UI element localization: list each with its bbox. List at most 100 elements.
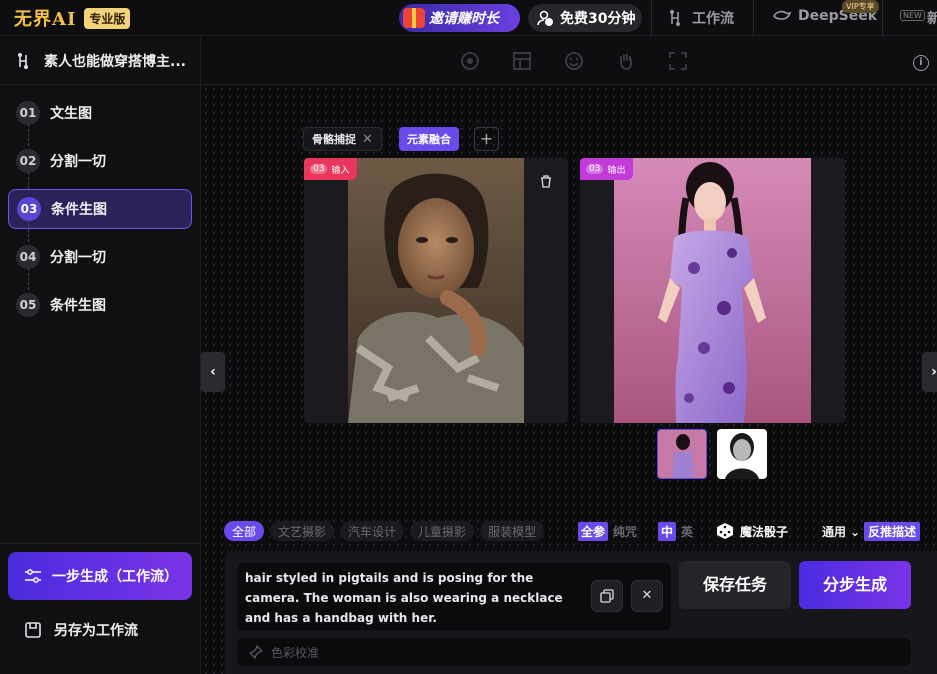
language-toggle[interactable]: 中 英	[658, 522, 693, 541]
divider	[0, 543, 200, 544]
gift-icon	[403, 8, 425, 28]
color-calibration-placeholder: 色彩校准	[271, 645, 320, 660]
free-label: 免费30分钟	[560, 11, 636, 27]
save-task-button[interactable]: 保存任务	[679, 561, 791, 609]
canvas-area: i 骨骼捕捉 ✕ 元素融合 + 03 输入 03 输出 ‹ › 全部 文艺摄影 …	[201, 37, 937, 674]
project-title: 素人也能做穿搭博主...	[44, 53, 186, 70]
reverse-describe-button[interactable]: 反推描述	[864, 522, 921, 541]
user-clock-icon	[537, 10, 553, 26]
param-pure[interactable]: 纯咒	[613, 523, 637, 540]
collapse-left-button[interactable]: ‹	[201, 352, 225, 392]
card-tag-label: 输入	[331, 165, 350, 176]
oneclick-generate-button[interactable]: 一步生成（工作流）	[8, 552, 192, 600]
step-generate-button[interactable]: 分步生成	[799, 561, 911, 609]
step-label: 条件生图	[51, 202, 107, 218]
color-calibration-input[interactable]: 色彩校准	[237, 638, 911, 666]
face-icon[interactable]	[564, 51, 584, 71]
oneclick-label: 一步生成（工作流）	[52, 569, 178, 585]
chip-art-photo[interactable]: 文艺摄影	[270, 521, 335, 541]
general-label: 通用	[822, 525, 847, 539]
step-label: 分割一切	[50, 250, 106, 266]
param-toggle[interactable]: 全参 纯咒	[578, 522, 637, 541]
step-number: 05	[16, 293, 40, 317]
divider	[753, 0, 754, 36]
expand-right-button[interactable]: ›	[922, 352, 937, 392]
canvas-toolbar: i	[202, 37, 937, 85]
step-number: 01	[16, 101, 40, 125]
sidebar: 素人也能做穿搭博主... 01 文生图 02 分割一切 03 条件生图 04 分…	[0, 37, 201, 674]
tab-skeleton-capture[interactable]: 骨骼捕捉 ✕	[303, 127, 382, 151]
step-item-01[interactable]: 01 文生图	[8, 93, 192, 133]
layout-icon[interactable]	[512, 51, 532, 71]
free-time-button[interactable]: 免费30分钟	[528, 4, 642, 32]
step-item-05[interactable]: 05 条件生图	[8, 285, 192, 325]
tab-element-fusion[interactable]: 元素融合	[399, 127, 459, 151]
info-icon[interactable]: i	[913, 55, 929, 71]
saveas-label: 另存为工作流	[54, 623, 138, 639]
thumbnail-image	[658, 430, 706, 478]
chevron-down-icon: ⌄	[850, 524, 861, 539]
output-card-tag: 03 输出	[580, 158, 634, 180]
project-header[interactable]: 素人也能做穿搭博主...	[0, 37, 200, 85]
lang-zh[interactable]: 中	[658, 522, 677, 541]
pin-icon	[249, 645, 263, 659]
palette-icon[interactable]	[460, 51, 480, 71]
step-item-02[interactable]: 02 分割一切	[8, 141, 192, 181]
general-dropdown[interactable]: 通用 ⌄ 反推描述	[822, 522, 921, 541]
copy-button[interactable]	[591, 580, 623, 612]
logo[interactable]: 无界AI 专业版	[14, 4, 131, 32]
trash-icon[interactable]	[540, 175, 552, 188]
chip-all[interactable]: 全部	[224, 521, 265, 541]
sliders-icon	[25, 569, 41, 583]
step-number: 04	[16, 245, 40, 269]
vip-badge: VIP专享	[842, 0, 879, 13]
chip-kids-photo[interactable]: 儿童摄影	[410, 521, 475, 541]
new-badge: NEW	[900, 10, 925, 21]
output-thumbnail-1[interactable]	[657, 429, 707, 479]
step-label: 分割一切	[50, 154, 106, 170]
input-image-card[interactable]: 03 输入	[304, 158, 568, 423]
input-portrait-image	[348, 158, 524, 423]
prompt-panel: hair styled in pigtails and is posing fo…	[225, 551, 937, 674]
dice-label: 魔法骰子	[740, 524, 789, 539]
prompt-input[interactable]: hair styled in pigtails and is posing fo…	[237, 563, 671, 630]
close-icon[interactable]: ✕	[362, 132, 373, 147]
expand-icon[interactable]	[668, 51, 688, 71]
thumbnail-image	[717, 429, 767, 479]
divider	[882, 0, 883, 36]
add-tab-button[interactable]: +	[474, 127, 499, 151]
output-qipao-image	[614, 158, 811, 423]
lang-en[interactable]: 英	[681, 523, 693, 540]
logo-text: 无界AI	[14, 9, 77, 30]
close-icon: ✕	[641, 588, 653, 603]
magic-dice-button[interactable]: 魔法骰子	[716, 522, 788, 540]
output-image-card[interactable]: 03 输出	[580, 158, 845, 423]
chip-car-design[interactable]: 汽车设计	[340, 521, 405, 541]
edition-badge: 专业版	[84, 7, 131, 29]
step-item-03[interactable]: 03 条件生图	[8, 189, 192, 229]
tab-label: 骨骼捕捉	[312, 133, 356, 146]
workflow-label: 工作流	[692, 11, 734, 27]
copy-icon	[600, 589, 614, 603]
nav-workflow[interactable]: 工作流	[668, 8, 734, 28]
save-icon	[25, 622, 41, 638]
input-card-tag: 03 输入	[304, 158, 358, 180]
invite-button[interactable]: 邀请赚时长	[399, 4, 520, 32]
save-as-workflow-button[interactable]: 另存为工作流	[24, 620, 138, 640]
param-full[interactable]: 全参	[578, 522, 609, 541]
step-label: 条件生图	[50, 298, 106, 314]
card-tag-label: 输出	[607, 165, 626, 176]
output-thumbnail-2[interactable]	[717, 429, 767, 479]
nav-cutoff-item[interactable]: 新	[927, 8, 937, 28]
divider	[651, 0, 652, 36]
workflow-icon	[18, 52, 28, 69]
dice-icon	[717, 523, 733, 539]
clear-button[interactable]: ✕	[631, 580, 663, 612]
step-item-04[interactable]: 04 分割一切	[8, 237, 192, 277]
whale-icon	[773, 10, 792, 20]
chip-fashion-model[interactable]: 服装模型	[480, 521, 545, 541]
card-step-number: 03	[586, 164, 604, 174]
hand-icon[interactable]	[616, 51, 636, 71]
prompt-text[interactable]: hair styled in pigtails and is posing fo…	[245, 568, 575, 628]
style-filter-chips: 全部 文艺摄影 汽车设计 儿童摄影 服装模型	[224, 520, 545, 542]
